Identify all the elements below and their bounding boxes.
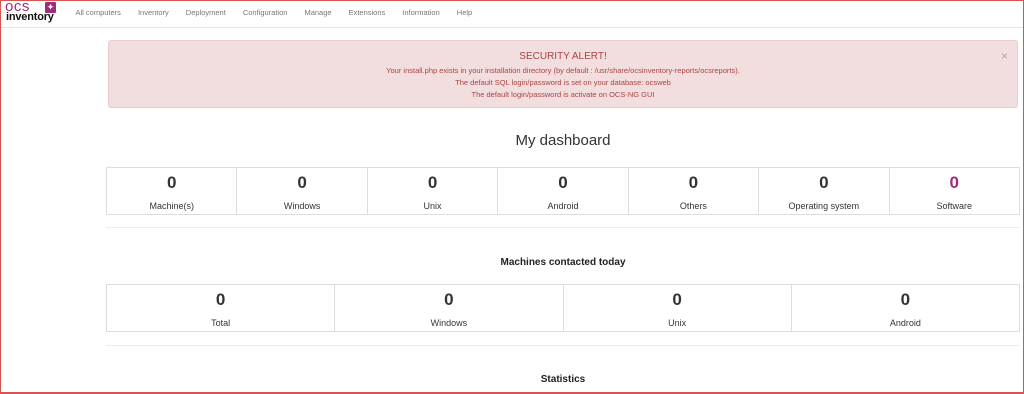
stat-unix[interactable]: 0 Unix	[366, 168, 497, 214]
security-alert: SECURITY ALERT! Your install.php exists …	[108, 40, 1018, 108]
divider	[106, 227, 1020, 228]
menu-all-computers[interactable]: All computers	[67, 0, 129, 27]
alert-line-gui-login: The default login/password is activate o…	[471, 90, 655, 99]
contacted-stats: 0 Total 0 Windows 0 Unix 0 Android	[106, 284, 1020, 332]
stat-android[interactable]: 0 Android	[497, 168, 627, 214]
stat-machines[interactable]: 0 Machine(s)	[107, 168, 236, 214]
stat-value: 0	[215, 290, 226, 309]
stat-software[interactable]: 0 Software	[888, 168, 1019, 214]
machines-contacted-title: Machines contacted today	[500, 257, 626, 268]
logo-text-inventory: inventory	[6, 11, 54, 23]
stat-value: 0	[819, 173, 829, 192]
statistics-title: Statistics	[540, 374, 586, 385]
menu-inventory[interactable]: Inventory	[129, 0, 177, 27]
stat-label: Others	[679, 201, 707, 211]
alert-title: SECURITY ALERT!	[519, 51, 607, 62]
dashboard-stats: 0 Machine(s) 0 Windows 0 Unix 0 Android …	[106, 167, 1020, 215]
stat-label: Software	[936, 201, 972, 211]
stat-value: 0	[949, 173, 959, 192]
stat-label: Windows	[430, 318, 468, 328]
stat-label: Machine(s)	[149, 201, 194, 211]
stat-value: 0	[427, 173, 438, 192]
stat-value: 0	[444, 290, 454, 309]
stat-label: Unix	[423, 201, 442, 211]
menu-configuration[interactable]: Configuration	[234, 0, 296, 27]
menu-manage[interactable]: Manage	[296, 0, 340, 27]
stat-value: 0	[297, 173, 307, 192]
contacted-android[interactable]: 0 Android	[790, 285, 1019, 331]
stat-value: 0	[688, 173, 699, 192]
dashboard-title: My dashboard	[515, 132, 611, 149]
stat-value: 0	[558, 173, 568, 192]
stat-label: Total	[211, 318, 231, 328]
contacted-total[interactable]: 0 Total	[107, 285, 334, 331]
alert-line-sql-login: The default SQL login/password is set on…	[455, 78, 671, 87]
stat-operating-system[interactable]: 0 Operating system	[758, 168, 888, 214]
menu-information[interactable]: Information	[394, 0, 449, 27]
stat-value: 0	[166, 173, 177, 192]
menu-deployment[interactable]: Deployment	[177, 0, 234, 27]
menu-extensions[interactable]: Extensions	[340, 0, 394, 27]
stat-value: 0	[672, 290, 682, 309]
stat-others[interactable]: 0 Others	[627, 168, 758, 214]
alert-line-install-php: Your install.php exists in your installa…	[386, 66, 740, 75]
stat-value: 0	[900, 290, 911, 309]
ocs-inventory-logo[interactable]: ocs ✦ inventory	[5, 0, 59, 25]
main-menu: All computers Inventory Deployment Confi…	[67, 0, 481, 27]
stat-label: Windows	[283, 201, 321, 211]
menu-help[interactable]: Help	[448, 0, 480, 27]
close-icon[interactable]: ×	[1001, 49, 1008, 63]
divider	[106, 345, 1020, 346]
navbar: ocs ✦ inventory All computers Inventory …	[1, 0, 1023, 28]
contacted-unix[interactable]: 0 Unix	[562, 285, 791, 331]
stat-label: Android	[889, 318, 921, 328]
stat-label: Operating system	[788, 201, 860, 211]
contacted-windows[interactable]: 0 Windows	[334, 285, 562, 331]
stat-label: Unix	[668, 318, 687, 328]
stat-windows[interactable]: 0 Windows	[236, 168, 366, 214]
stat-label: Android	[547, 201, 579, 211]
